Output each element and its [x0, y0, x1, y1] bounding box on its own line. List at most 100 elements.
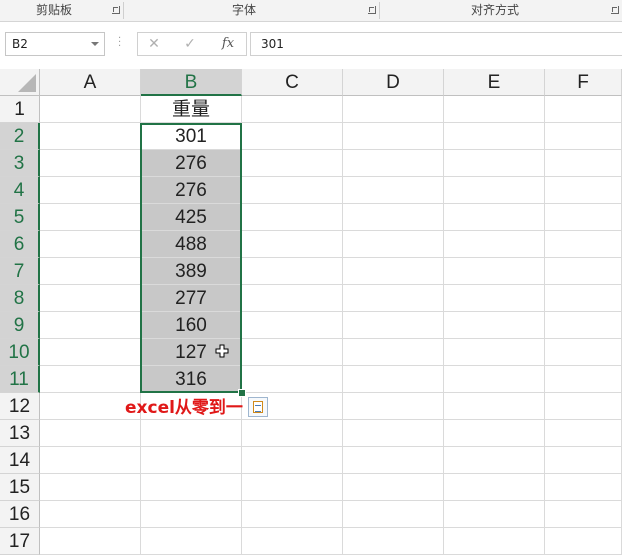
cell-d9[interactable] — [343, 312, 444, 339]
cell-a17[interactable] — [40, 528, 141, 555]
cell-a6[interactable] — [40, 231, 141, 258]
enter-icon[interactable]: ✓ — [178, 35, 202, 53]
cell-b11[interactable]: 316 — [141, 366, 242, 393]
cell-b1-header[interactable]: 重量 — [141, 96, 242, 123]
cell-c14[interactable] — [242, 447, 343, 474]
cell-f13[interactable] — [545, 420, 622, 447]
chevron-down-icon[interactable] — [91, 42, 99, 46]
row-header-17[interactable]: 17 — [0, 528, 40, 555]
cell-a7[interactable] — [40, 258, 141, 285]
cell-d2[interactable] — [343, 123, 444, 150]
column-header-b[interactable]: B — [141, 69, 242, 96]
column-header-f[interactable]: F — [545, 69, 622, 96]
cell-c13[interactable] — [242, 420, 343, 447]
cell-d7[interactable] — [343, 258, 444, 285]
cell-e11[interactable] — [444, 366, 545, 393]
cell-b17[interactable] — [141, 528, 242, 555]
cell-b4[interactable]: 276 — [141, 177, 242, 204]
cell-b14[interactable] — [141, 447, 242, 474]
cell-e7[interactable] — [444, 258, 545, 285]
font-launcher-icon[interactable] — [368, 6, 376, 14]
worksheet-grid[interactable]: A B C D E F 1 2 3 4 5 6 7 8 9 10 11 12 1… — [0, 69, 622, 556]
row-header-3[interactable]: 3 — [0, 150, 40, 177]
cell-a5[interactable] — [40, 204, 141, 231]
row-header-4[interactable]: 4 — [0, 177, 40, 204]
row-header-2[interactable]: 2 — [0, 123, 40, 150]
cell-e8[interactable] — [444, 285, 545, 312]
cancel-icon[interactable]: ✕ — [142, 35, 166, 53]
cell-a8[interactable] — [40, 285, 141, 312]
cell-d16[interactable] — [343, 501, 444, 528]
row-header-14[interactable]: 14 — [0, 447, 40, 474]
row-header-13[interactable]: 13 — [0, 420, 40, 447]
cell-e14[interactable] — [444, 447, 545, 474]
row-header-1[interactable]: 1 — [0, 96, 40, 123]
column-header-a[interactable]: A — [40, 69, 141, 96]
row-header-12[interactable]: 12 — [0, 393, 40, 420]
cell-d17[interactable] — [343, 528, 444, 555]
cell-e13[interactable] — [444, 420, 545, 447]
row-header-6[interactable]: 6 — [0, 231, 40, 258]
cell-a16[interactable] — [40, 501, 141, 528]
cell-d4[interactable] — [343, 177, 444, 204]
cell-b6[interactable]: 488 — [141, 231, 242, 258]
cell-a14[interactable] — [40, 447, 141, 474]
cell-b2[interactable]: 301 — [141, 123, 242, 150]
cell-f12[interactable] — [545, 393, 622, 420]
cell-f5[interactable] — [545, 204, 622, 231]
cell-e9[interactable] — [444, 312, 545, 339]
cell-f10[interactable] — [545, 339, 622, 366]
cell-d10[interactable] — [343, 339, 444, 366]
cell-e2[interactable] — [444, 123, 545, 150]
cell-c5[interactable] — [242, 204, 343, 231]
row-header-15[interactable]: 15 — [0, 474, 40, 501]
row-header-8[interactable]: 8 — [0, 285, 40, 312]
cell-a1[interactable] — [40, 96, 141, 123]
cell-d1[interactable] — [343, 96, 444, 123]
cell-e3[interactable] — [444, 150, 545, 177]
cell-a10[interactable] — [40, 339, 141, 366]
cell-e17[interactable] — [444, 528, 545, 555]
cell-e12[interactable] — [444, 393, 545, 420]
cell-a2[interactable] — [40, 123, 141, 150]
insert-function-icon[interactable]: fx — [216, 35, 240, 53]
column-header-c[interactable]: C — [242, 69, 343, 96]
cell-e4[interactable] — [444, 177, 545, 204]
cell-e16[interactable] — [444, 501, 545, 528]
cell-b16[interactable] — [141, 501, 242, 528]
cell-f1[interactable] — [545, 96, 622, 123]
cell-f11[interactable] — [545, 366, 622, 393]
row-header-11[interactable]: 11 — [0, 366, 40, 393]
cell-a15[interactable] — [40, 474, 141, 501]
cell-e1[interactable] — [444, 96, 545, 123]
cell-f17[interactable] — [545, 528, 622, 555]
cell-c16[interactable] — [242, 501, 343, 528]
cell-f16[interactable] — [545, 501, 622, 528]
cell-b13[interactable] — [141, 420, 242, 447]
cell-b9[interactable]: 160 — [141, 312, 242, 339]
cell-f7[interactable] — [545, 258, 622, 285]
cell-c2[interactable] — [242, 123, 343, 150]
select-all-corner[interactable] — [0, 69, 40, 96]
cell-f4[interactable] — [545, 177, 622, 204]
cell-a13[interactable] — [40, 420, 141, 447]
formula-bar-grip-icon[interactable]: · · · — [118, 34, 121, 52]
cell-c9[interactable] — [242, 312, 343, 339]
cell-d11[interactable] — [343, 366, 444, 393]
cell-f3[interactable] — [545, 150, 622, 177]
cell-d6[interactable] — [343, 231, 444, 258]
cell-b3[interactable]: 276 — [141, 150, 242, 177]
cell-c8[interactable] — [242, 285, 343, 312]
cell-e10[interactable] — [444, 339, 545, 366]
cell-e5[interactable] — [444, 204, 545, 231]
alignment-launcher-icon[interactable] — [611, 6, 619, 14]
cell-d8[interactable] — [343, 285, 444, 312]
cell-c11[interactable] — [242, 366, 343, 393]
cell-f6[interactable] — [545, 231, 622, 258]
cell-f9[interactable] — [545, 312, 622, 339]
cell-d5[interactable] — [343, 204, 444, 231]
cell-c6[interactable] — [242, 231, 343, 258]
cell-d13[interactable] — [343, 420, 444, 447]
cell-c1[interactable] — [242, 96, 343, 123]
cell-b5[interactable]: 425 — [141, 204, 242, 231]
